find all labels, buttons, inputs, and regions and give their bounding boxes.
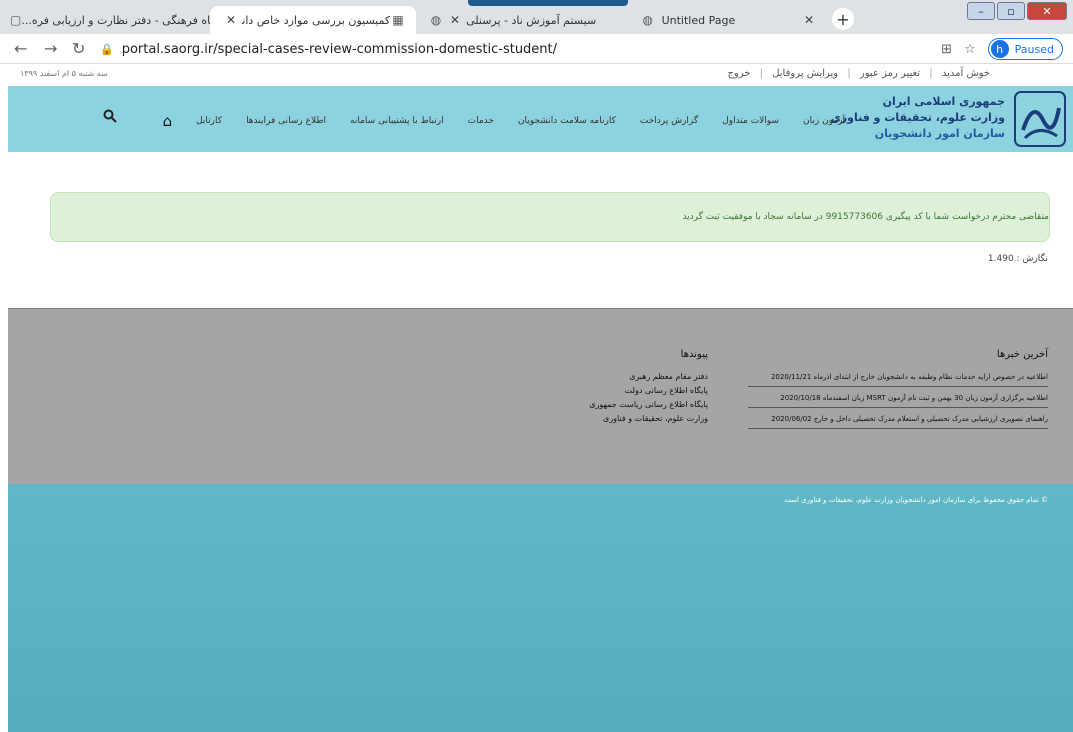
globe-icon: ◍ bbox=[430, 13, 442, 27]
footer-link-ministry[interactable]: وزارت علوم، تحقیقات و فناوری bbox=[589, 412, 708, 426]
home-icon[interactable]: ⌂ bbox=[163, 112, 173, 130]
lock-icon: 🔒 bbox=[100, 42, 114, 56]
tab-title: کمیسیون بررسی موارد خاص دانشجویان دا... bbox=[242, 13, 391, 27]
logo-emblem-icon bbox=[1013, 90, 1067, 148]
news-item[interactable]: راهنمای تصویری ارزشیابی مدرک تحصیلی و اس… bbox=[748, 412, 1048, 429]
version-text: نگارش : 1.490 bbox=[987, 254, 1048, 264]
url-text: portal.saorg.ir/special-cases-review-com… bbox=[121, 41, 558, 57]
close-icon[interactable]: ✕ bbox=[450, 13, 460, 27]
logo-line-republic: جمهوری اسلامی ایران bbox=[882, 95, 1005, 108]
minimize-icon[interactable]: – bbox=[967, 2, 995, 20]
copyright-text: © تمام حقوق محفوظ برای سازمان امور دانشج… bbox=[784, 496, 1048, 504]
logo-line-organization: سازمان امور دانشجویان bbox=[874, 127, 1005, 140]
menu-item-health-record[interactable]: کارنامه سلامت دانشجویان bbox=[518, 116, 616, 126]
back-arrow-icon[interactable]: ← bbox=[14, 39, 27, 58]
globe-icon: ◍ bbox=[642, 13, 654, 27]
window-close-icon[interactable]: ✕ bbox=[1027, 2, 1067, 20]
user-links: خوش آمدید | تغییر رمز عبور | ویرایش پروف… bbox=[727, 68, 990, 79]
welcome-text: خوش آمدید bbox=[941, 68, 990, 79]
menu-item-process-info[interactable]: اطلاع رسانی فرایندها bbox=[246, 116, 326, 126]
footer-link-presidency[interactable]: پایگاه اطلاع رسانی ریاست جمهوری bbox=[589, 398, 708, 412]
user-bar: سه شنبه ۵ ام اسفند ۱۳۹۹ خوش آمدید | تغیی… bbox=[0, 64, 1073, 86]
menu-item-services[interactable]: خدمات bbox=[468, 116, 494, 126]
footer-bottom: © تمام حقوق محفوظ برای سازمان امور دانشج… bbox=[8, 484, 1073, 732]
footer-link-leader-office[interactable]: دفتر مقام معظم رهبری bbox=[589, 370, 708, 384]
browser-tab-bar: ▢ درگاه فرهنگی - دفتر نظارت و ارزیابی فر… bbox=[0, 0, 1073, 34]
tab-cultural-portal[interactable]: ▢ درگاه فرهنگی - دفتر نظارت و ارزیابی فر… bbox=[0, 6, 210, 34]
maximize-icon[interactable]: ▫ bbox=[997, 2, 1025, 20]
change-password-link[interactable]: تغییر رمز عبور bbox=[860, 68, 920, 79]
menu-item-payment-report[interactable]: گزارش پرداخت bbox=[640, 116, 698, 126]
edit-profile-link[interactable]: ویرایش پروفایل bbox=[772, 68, 838, 79]
current-date: سه شنبه ۵ ام اسفند ۱۳۹۹ bbox=[20, 69, 108, 78]
footer-link-government[interactable]: پایگاه اطلاع رسانی دولت bbox=[589, 384, 708, 398]
menu-item-support[interactable]: ارتباط با پشتیبانی سامانه bbox=[350, 116, 444, 126]
news-title: آخرین خبرها bbox=[996, 349, 1048, 360]
logo-line-ministry: وزارت علوم، تحقیقات و فناوری bbox=[830, 111, 1005, 124]
close-icon[interactable]: ✕ bbox=[226, 13, 236, 27]
logout-link[interactable]: خروج bbox=[727, 68, 750, 79]
profile-status: Paused bbox=[1014, 42, 1054, 56]
footer: آخرین خبرها اطلاعیه در خصوص ارایه خدمات … bbox=[8, 308, 1073, 484]
new-tab-button[interactable]: + bbox=[832, 8, 854, 30]
main-menu: ⌂ کارتابل اطلاع رسانی فرایندها ارتباط با… bbox=[163, 112, 845, 130]
close-icon[interactable]: ✕ bbox=[804, 13, 814, 27]
success-message: متقاضی محترم درخواست شما با کد پیگیری 99… bbox=[682, 212, 1049, 222]
menu-item-faq[interactable]: سوالات متداول bbox=[722, 116, 779, 126]
tab-title: درگاه فرهنگی - دفتر نظارت و ارزیابی فره.… bbox=[21, 13, 210, 27]
profile-button[interactable]: h Paused bbox=[987, 38, 1063, 60]
site-favicon-icon: ▦ bbox=[392, 13, 404, 27]
tab-title: سیستم آموزش ناد - پرسنلی bbox=[466, 13, 597, 27]
window-controls: – ▫ ✕ bbox=[967, 2, 1067, 20]
success-alert: متقاضی محترم درخواست شما با کد پیگیری 99… bbox=[50, 192, 1050, 242]
site-logo[interactable]: جمهوری اسلامی ایران وزارت علوم، تحقیقات … bbox=[831, 86, 1073, 152]
tab-untitled-page[interactable]: ◍ Untitled Page ✕ bbox=[630, 6, 830, 34]
document-icon: ▢ bbox=[10, 13, 22, 27]
browser-toolbar: ← → ↻ 🔒 portal.saorg.ir/special-cases-re… bbox=[0, 34, 1073, 64]
tab-special-cases[interactable]: ✕ کمیسیون بررسی موارد خاص دانشجویان دا..… bbox=[210, 6, 416, 34]
news-item[interactable]: اطلاعیه در خصوص ارایه خدمات نظام وظیفه ب… bbox=[748, 370, 1048, 387]
tab-title: Untitled Page bbox=[661, 13, 736, 27]
address-bar[interactable]: 🔒 portal.saorg.ir/special-cases-review-c… bbox=[100, 38, 920, 60]
menu-item-cartable[interactable]: کارتابل bbox=[196, 116, 222, 126]
latest-news: آخرین خبرها اطلاعیه در خصوص ارایه خدمات … bbox=[748, 349, 1048, 433]
reload-icon[interactable]: ↻ bbox=[72, 39, 85, 58]
tab-education-system[interactable]: ◍ ✕ سیستم آموزش ناد - پرسنلی bbox=[418, 6, 628, 34]
bookmark-star-icon[interactable]: ☆ bbox=[964, 42, 976, 57]
search-icon[interactable] bbox=[103, 109, 117, 127]
menu-item-language-test[interactable]: آزمون زبان bbox=[803, 116, 845, 126]
forward-arrow-icon[interactable]: → bbox=[44, 39, 57, 58]
links-title: پیوندها bbox=[680, 349, 708, 360]
footer-links: پیوندها دفتر مقام معظم رهبری پایگاه اطلا… bbox=[589, 349, 708, 426]
avatar: h bbox=[990, 40, 1009, 58]
news-item[interactable]: اطلاعیه برگزاری آزمون زبان 30 بهمن و ثبت… bbox=[748, 391, 1048, 408]
translate-icon[interactable]: ⊞ bbox=[941, 42, 952, 57]
main-header: جمهوری اسلامی ایران وزارت علوم، تحقیقات … bbox=[8, 86, 1073, 152]
